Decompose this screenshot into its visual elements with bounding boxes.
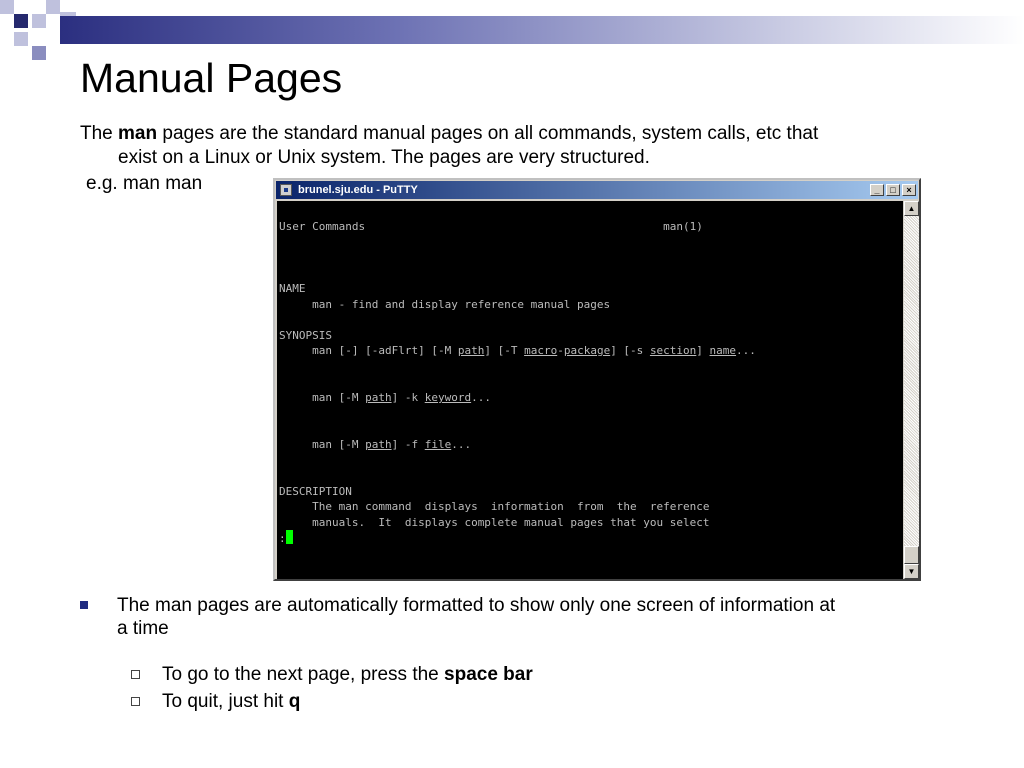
term-desc-line1: The man command displays information fro… [312,500,710,514]
main-bullet: The man pages are automatically formatte… [80,594,990,640]
hollow-square-bullet-icon [131,670,140,679]
square-bullet-icon [80,601,88,609]
term-name-line: man - find and display reference manual … [312,297,611,311]
vertical-scrollbar[interactable]: ▲ ▼ [904,201,919,579]
maximize-button[interactable]: □ [886,184,900,196]
decor-square [32,46,46,60]
minimize-button[interactable]: _ [870,184,884,196]
decor-square [46,0,60,14]
term-syn1-package: package [563,344,611,358]
putty-window: brunel.sju.edu - PuTTY _ □ × User Comman… [273,178,921,581]
term-syn3-file: file [424,437,452,451]
sub-bullet: To quit, just hit q [131,690,300,714]
close-button[interactable]: × [902,184,916,196]
term-syn2-path: path [365,391,392,405]
scrollbar-thumb[interactable] [904,546,919,564]
sub-bullet: To go to the next page, press the space … [131,663,533,687]
term-syn1-name: name [709,344,737,358]
term-syn3-part: ... [451,437,472,451]
term-syn1-part: ] [-T [484,344,525,358]
decor-square [14,14,28,28]
term-syn2-part: man [-M [312,391,366,405]
term-description-heading: DESCRIPTION [279,484,352,498]
term-header-right: man(1) [663,219,703,233]
sub-bullet-text: To quit, just hit [162,691,289,712]
header-gradient-bar [60,16,1024,44]
bullet-line2: a time [117,618,169,639]
intro-line2: exist on a Linux or Unix system. The pag… [118,147,650,168]
term-syn1-part: man [-] [-adFlrt] [-M [312,344,458,358]
term-header-left: User Commands [279,219,366,233]
bullet-line1: The man pages are automatically formatte… [117,595,836,616]
term-syn3-path: path [365,437,392,451]
intro-rest: pages are the standard manual pages on a… [157,123,819,144]
sub-bullet-text: To go to the next page, press the [162,664,445,685]
scroll-down-arrow-icon[interactable]: ▼ [904,564,919,579]
decor-square [14,32,28,46]
term-desc-line2: manuals. It displays complete manual pag… [312,515,710,529]
term-syn1-macro: macro [524,344,558,358]
term-syn2-keyword: keyword [424,391,472,405]
term-syn1-path: path [457,344,485,358]
decor-square [32,14,46,28]
sub-bullet-bold: space bar [444,664,533,685]
term-synopsis-heading: SYNOPSIS [279,328,332,342]
sub-bullet-bold: q [288,691,301,712]
intro-bold-man: man [118,123,158,144]
example-text: e.g. man man [86,173,203,194]
hollow-square-bullet-icon [131,697,140,706]
terminal-screen[interactable]: User Commands man(1) NAME man - find and… [277,201,903,579]
term-syn1-part: ] [-s [610,344,650,358]
putty-title-bar[interactable]: brunel.sju.edu - PuTTY _ □ × [276,181,918,199]
term-prompt: : [279,532,286,546]
intro-paragraph: The man pages are the standard manual pa… [80,122,980,170]
putty-title: brunel.sju.edu - PuTTY [298,184,418,196]
slide-title: Manual Pages [80,55,343,101]
term-name-heading: NAME [279,281,306,295]
term-syn2-part: ] -k [391,391,425,405]
term-syn3-part: ] -f [391,437,425,451]
term-syn2-part: ... [471,391,491,405]
putty-app-icon [280,184,292,196]
scroll-up-arrow-icon[interactable]: ▲ [904,201,919,216]
term-syn1-part: ] [696,344,710,358]
terminal-cursor [285,530,293,545]
term-syn1-section: section [649,344,697,358]
term-syn1-part: - [557,344,564,358]
intro-prefix: The [80,123,119,144]
term-syn3-part: man [-M [312,437,366,451]
decor-square [0,0,14,14]
term-syn1-part: ... [736,344,756,358]
